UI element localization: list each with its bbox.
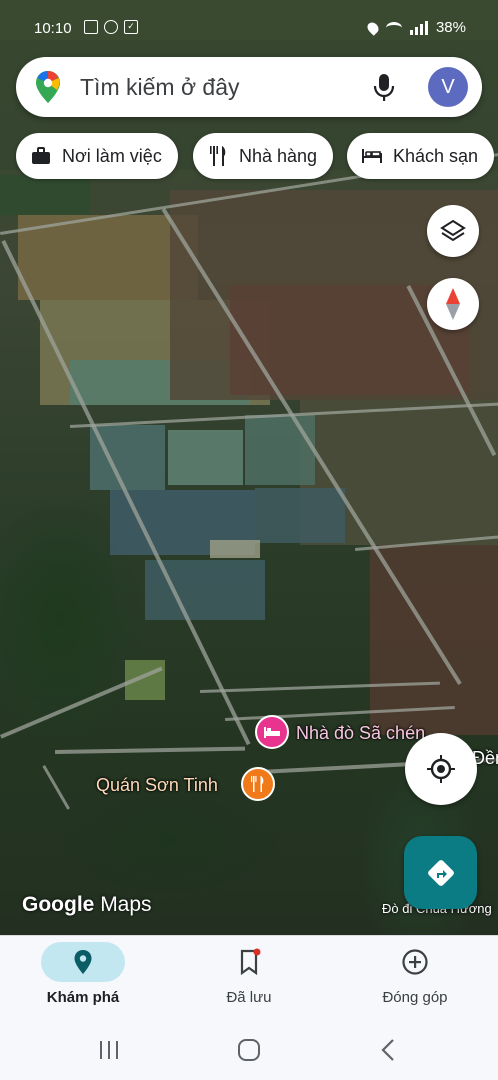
nav-label-explore: Khám phá [46,989,120,1006]
fork-knife-icon [207,145,229,167]
chip-label: Khách sạn [393,145,479,166]
chip-workplace[interactable]: Nơi làm việc [16,133,178,179]
bookmark-icon [240,948,261,976]
wordmark-google: Google [22,893,95,916]
status-indicators: 38% [365,19,466,36]
check-notification-icon: ✓ [124,20,138,34]
chip-label: Nơi làm việc [62,145,162,166]
crosshair-icon [427,755,455,783]
home-icon[interactable] [237,1038,261,1062]
place-label-restaurant[interactable]: Quán Sơn Tinh [96,775,218,796]
signal-icon [409,20,428,35]
status-time: 10:10 [34,20,72,37]
bed-icon [361,145,383,167]
nav-saved[interactable]: Đã lưu [166,936,332,1026]
add-circle-icon [402,949,428,975]
layers-button[interactable] [427,205,479,257]
search-input[interactable]: Tìm kiếm ở đây [80,74,240,101]
hotel-icon [264,727,280,738]
app-notification-icon [104,20,118,34]
chip-restaurants[interactable]: Nhà hàng [193,133,334,179]
directions-button[interactable] [404,836,477,909]
nav-label-contribute: Đóng góp [382,989,448,1006]
place-label-hotel[interactable]: Nhà đò Sã chén [296,723,425,744]
restaurant-icon [251,776,264,792]
search-bar[interactable]: Tìm kiếm ở đây V [16,57,482,117]
map-road [42,765,70,810]
notification-icons: ✓ [84,20,138,34]
map-road [0,666,163,739]
map-field [255,488,345,543]
bottom-navigation: Khám phá Đã lưu Đóng góp [0,935,498,1025]
nav-label-saved: Đã lưu [226,989,272,1006]
directions-icon [427,859,454,886]
compass-icon [446,288,460,320]
layers-icon [440,219,466,242]
status-bar: 10:10 ✓ 38% [0,0,498,56]
nav-explore[interactable]: Khám phá [0,936,166,1026]
battery-percent: 38% [435,19,466,36]
system-navigation-bar [0,1025,498,1080]
hotel-marker[interactable] [255,715,289,749]
map-road [55,746,246,754]
chip-label: Nhà hàng [239,145,318,166]
explore-pin-icon [74,950,92,974]
microphone-icon[interactable] [372,71,396,103]
compass-button[interactable] [427,278,479,330]
image-notification-icon [84,20,98,34]
map-field [210,540,260,558]
google-maps-wordmark: Google Maps [22,893,152,917]
briefcase-icon [30,145,52,167]
map-field [245,415,315,485]
map-field [168,430,243,485]
back-icon[interactable] [380,1038,396,1062]
my-location-button[interactable] [405,733,477,805]
map-field [0,175,90,215]
map-field [90,425,165,490]
account-avatar[interactable]: V [428,67,468,107]
chip-hotels[interactable]: Khách sạn [347,133,495,179]
location-icon [365,19,381,36]
wifi-icon [385,21,402,34]
nav-contribute[interactable]: Đóng góp [332,936,498,1026]
restaurant-marker[interactable] [241,767,275,801]
recent-apps-icon[interactable] [98,1039,120,1061]
google-maps-pin-icon [36,71,60,103]
wordmark-maps: Maps [100,893,152,916]
